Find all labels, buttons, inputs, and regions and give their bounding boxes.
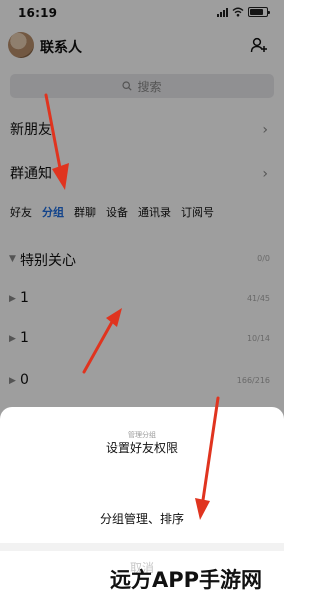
annotation-arrows <box>44 93 220 520</box>
arrow-to-groups-tab <box>44 93 69 190</box>
arrow-to-manage-option <box>195 396 220 520</box>
watermark: 远方APP手游网 <box>110 568 263 592</box>
arrow-to-group-list <box>82 308 122 374</box>
